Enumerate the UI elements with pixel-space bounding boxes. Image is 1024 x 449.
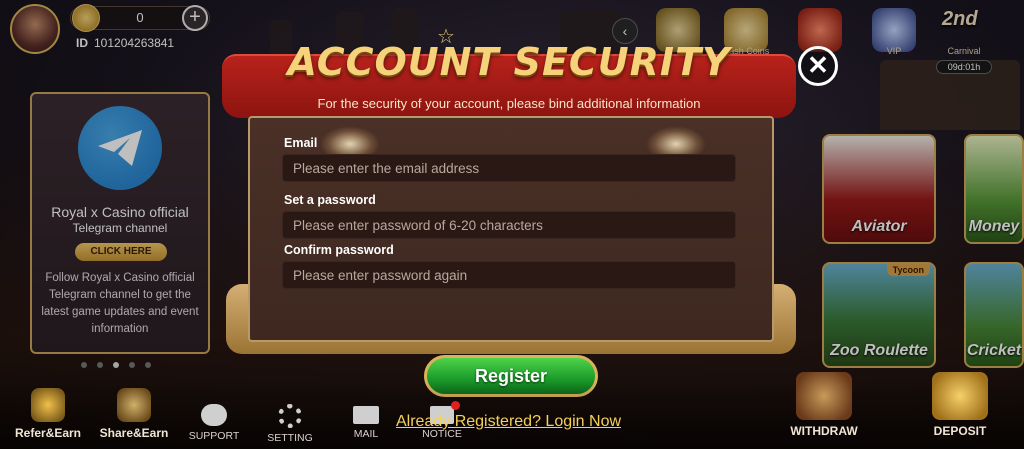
treasure-icon (31, 388, 65, 422)
chat-bubble-icon (201, 404, 227, 426)
confirm-password-label: Confirm password (284, 243, 394, 257)
nav-label: SUPPORT (188, 430, 240, 442)
nav-label: SETTING (267, 432, 313, 444)
nav-label: DEPOSIT (933, 424, 987, 438)
wallet-icon (796, 372, 852, 420)
dialog-title: ACCOUNT SECURITY (287, 40, 731, 84)
mail-icon (353, 406, 379, 424)
nav-withdraw[interactable]: WITHDRAW (784, 372, 864, 438)
nav-label: Refer&Earn (14, 426, 82, 440)
share-chest-icon (117, 388, 151, 422)
email-label: Email (284, 136, 318, 150)
nav-deposit[interactable]: DEPOSIT (920, 372, 1000, 438)
email-field[interactable] (282, 154, 736, 182)
gold-chest-icon (932, 372, 988, 420)
dialog-subtitle: For the security of your account, please… (317, 96, 701, 111)
notification-dot (451, 401, 460, 410)
nav-setting[interactable]: SETTING (250, 404, 330, 444)
nav-mail[interactable]: MAIL (326, 406, 406, 440)
close-button[interactable]: ✕ (798, 46, 838, 86)
nav-label: WITHDRAW (790, 424, 858, 438)
password-label: Set a password (284, 193, 376, 207)
nav-label: MAIL (353, 428, 379, 440)
nav-support[interactable]: SUPPORT (174, 404, 254, 442)
confirm-password-field[interactable] (282, 261, 736, 289)
nav-refer-earn[interactable]: Refer&Earn (8, 388, 88, 440)
gear-icon (278, 404, 302, 428)
password-field[interactable] (282, 211, 736, 239)
login-link[interactable]: Already Registered? Login Now (396, 413, 621, 431)
nav-label: Share&Earn (99, 426, 169, 440)
nav-share-earn[interactable]: Share&Earn (94, 388, 174, 440)
